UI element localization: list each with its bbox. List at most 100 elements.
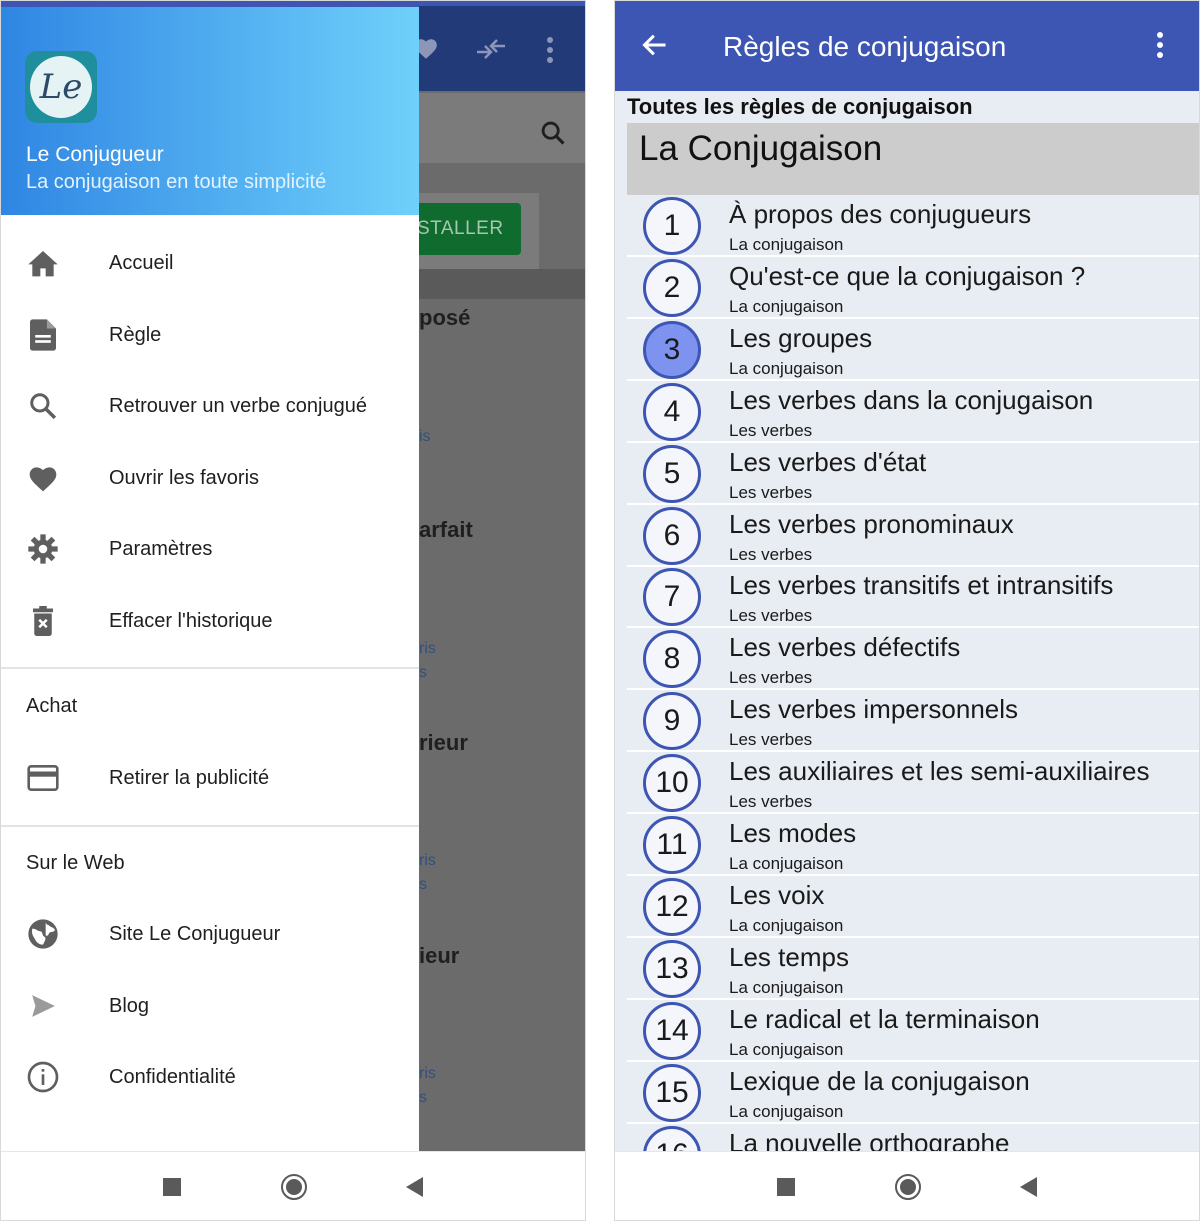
menu-item-label: Retrouver un verbe conjugué — [109, 394, 367, 417]
rule-number-badge: 13 — [643, 939, 701, 998]
rule-title: Les temps — [729, 941, 849, 972]
back-arrow-icon[interactable] — [641, 31, 669, 64]
rule-list-item[interactable]: 6 Les verbes pronominaux Les verbes — [627, 505, 1199, 567]
rule-title: Les verbes dans la conjugaison — [729, 384, 1094, 415]
rule-title: Les modes — [729, 818, 857, 848]
background-text: arfait — [419, 517, 473, 542]
rule-category: La conjugaison — [729, 358, 844, 378]
menu-item-confidentialite[interactable]: Confidentialité — [1, 1049, 419, 1105]
rule-category: La conjugaison — [729, 977, 844, 997]
heart-icon — [27, 462, 59, 494]
home-icon — [27, 247, 59, 279]
background-link: s — [419, 1089, 427, 1106]
rule-number-badge: 7 — [643, 568, 701, 627]
delete-icon — [27, 605, 59, 637]
background-link: is — [419, 428, 431, 445]
recent-apps-button[interactable] — [771, 1172, 801, 1202]
background-install-button: STALLER — [405, 203, 521, 255]
rule-list-item[interactable]: 14 Le radical et la terminaison La conjuga… — [627, 1000, 1199, 1062]
rule-category: La conjugaison — [729, 296, 844, 316]
more-vert-icon — [545, 36, 555, 64]
rule-category: La conjugaison — [729, 854, 844, 873]
menu-item-blog[interactable]: Blog — [1, 978, 419, 1034]
left-phone-screen: STALLER posé is arfait ris s rieur ris s… — [0, 0, 586, 1221]
rule-list-item[interactable]: 5 Les verbes d'état Les verbes — [627, 443, 1199, 505]
search-icon — [27, 390, 59, 422]
rule-category: La conjugaison — [729, 1039, 844, 1059]
rule-list-item[interactable]: 12 Les voix La conjugaison — [627, 876, 1199, 938]
menu-item-label: Paramètres — [109, 537, 213, 560]
drawer-header: Le Le Conjugueur La conjugaison en toute… — [1, 1, 419, 215]
rule-list-item[interactable]: 7 Les verbes transitifs et intransitifs Le… — [627, 566, 1199, 629]
system-navigation-bar — [615, 1151, 1199, 1220]
rule-list-item[interactable]: 3 Les groupes La conjugaison — [627, 319, 1199, 381]
rule-category: Les verbes — [729, 544, 813, 564]
menu-item-label: Effacer l'historique — [109, 609, 273, 632]
rule-number-badge: 11 — [643, 816, 701, 874]
rule-number-badge: 15 — [643, 1063, 701, 1122]
rule-list-item[interactable]: 13 Les temps La conjugaison — [627, 938, 1199, 1000]
rule-list-item[interactable]: 11 Les modes La conjugaison — [627, 814, 1199, 876]
app-name: Le Conjugueur — [26, 143, 164, 166]
rule-title: Lexique de la conjugaison — [729, 1065, 1030, 1096]
list-header: Toutes les règles de conjugaison — [627, 94, 973, 119]
rule-title: Les verbes transitifs et intransitifs — [729, 570, 1114, 601]
section-title: La Conjugaison — [639, 129, 883, 168]
credit-card-icon — [27, 762, 59, 794]
rule-number-badge: 1 — [643, 197, 701, 255]
rule-number-badge: 16 — [643, 1125, 701, 1151]
rule-category: Les verbes — [729, 730, 813, 750]
background-text: ieur — [419, 943, 460, 968]
section-sur-le-web: Sur le Web — [26, 852, 125, 874]
swap-icon — [475, 36, 507, 62]
rule-title: Les verbes pronominaux — [729, 508, 1014, 539]
recent-apps-button[interactable] — [157, 1172, 187, 1202]
rule-list-item[interactable]: 16 La nouvelle orthographe — [627, 1124, 1199, 1152]
rule-title: Les verbes défectifs — [729, 632, 961, 663]
rule-category: Les verbes — [729, 482, 813, 502]
menu-item-effacer-historique[interactable]: Effacer l'historique — [1, 593, 419, 649]
rule-list-item[interactable]: 9 Les verbes impersonnels Les verbes — [627, 690, 1199, 753]
menu-item-retrouver-verbe[interactable]: Retrouver un verbe conjugué — [1, 378, 419, 434]
menu-item-label: Accueil — [109, 251, 174, 274]
rule-title: Les auxiliaires et les semi-auxiliaires — [729, 756, 1150, 787]
logo-monogram: Le — [30, 56, 92, 118]
menu-item-label: Confidentialité — [109, 1065, 236, 1088]
menu-item-label: Règle — [109, 323, 162, 346]
background-link: ris — [419, 1065, 436, 1082]
menu-item-favoris[interactable]: Ouvrir les favoris — [1, 450, 419, 506]
rule-list-item[interactable]: 10 Les auxiliaires et les semi-auxiliaire… — [627, 752, 1199, 815]
app-bar: Règles de conjugaison — [615, 1, 1199, 91]
home-button[interactable] — [279, 1172, 309, 1202]
menu-item-regle[interactable]: Règle — [1, 307, 419, 363]
rule-list-item[interactable]: 2 Qu'est-ce que la conjugaison ? La conjug… — [627, 257, 1199, 319]
menu-item-parametres[interactable]: Paramètres — [1, 521, 419, 577]
rule-number-badge: 5 — [643, 444, 701, 503]
rule-title: Les verbes impersonnels — [729, 694, 1019, 725]
rule-title: À propos des conjugueurs — [729, 199, 1032, 229]
rule-list-item[interactable]: 1 À propos des conjugueurs La conjugaison — [627, 195, 1199, 257]
background-search-bar — [419, 93, 585, 163]
more-vert-icon[interactable] — [1155, 31, 1165, 64]
back-button[interactable] — [399, 1172, 429, 1202]
menu-item-site-le-conjugueur[interactable]: Site Le Conjugueur — [1, 906, 419, 962]
menu-item-label: Site Le Conjugueur — [109, 922, 281, 945]
rule-number-badge: 9 — [643, 692, 701, 751]
rule-number-badge: 10 — [643, 754, 701, 813]
rule-category: Les verbes — [729, 668, 813, 688]
right-phone-screen: Règles de conjugaison Toutes les règles … — [614, 0, 1200, 1221]
rule-list-item[interactable]: 8 Les verbes défectifs Les verbes — [627, 628, 1199, 691]
back-button[interactable] — [1013, 1172, 1043, 1202]
background-link: s — [419, 664, 427, 681]
rule-list-item[interactable]: 15 Lexique de la conjugaison La conjugaiso… — [627, 1062, 1199, 1124]
rule-title: Le radical et la terminaison — [729, 1003, 1040, 1034]
rule-list-item[interactable]: 4 Les verbes dans la conjugaison Les verbe… — [627, 381, 1199, 443]
rule-title: La nouvelle orthographe — [729, 1127, 1010, 1152]
home-button[interactable] — [893, 1172, 923, 1202]
info-icon — [27, 1061, 59, 1093]
background-text: rieur — [419, 730, 468, 755]
menu-item-accueil[interactable]: Accueil — [1, 235, 419, 291]
background-link: ris — [419, 852, 436, 869]
rule-number-badge: 2 — [643, 258, 701, 317]
menu-item-retirer-publicite[interactable]: Retirer la publicité — [1, 750, 419, 806]
